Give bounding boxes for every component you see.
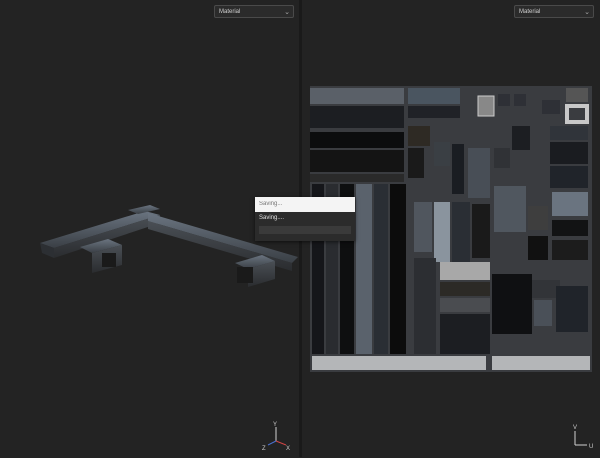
material-dropdown-uv[interactable]: Material ⌄ [514,5,594,18]
uv-gizmo-icon: V U [563,419,597,453]
chevron-down-icon: ⌄ [584,9,590,16]
save-filename-field[interactable] [255,197,355,212]
uv-v-label: V [573,425,577,431]
save-status-text: Saving.... [259,215,285,221]
axis-y-label: Y [273,422,277,428]
chevron-down-icon: ⌄ [284,9,290,16]
axis-z-label: Z [262,446,266,452]
save-dialog: Saving.... [255,197,355,241]
material-dropdown-label: Material [519,9,541,15]
save-progress-bar [259,226,351,234]
material-dropdown-label: Material [219,9,241,15]
axis-x-label: X [286,446,290,452]
material-dropdown-3d[interactable]: Material ⌄ [214,5,294,18]
axis-gizmo-icon: Y X Z [262,419,296,453]
uv-u-label: U [589,444,593,450]
